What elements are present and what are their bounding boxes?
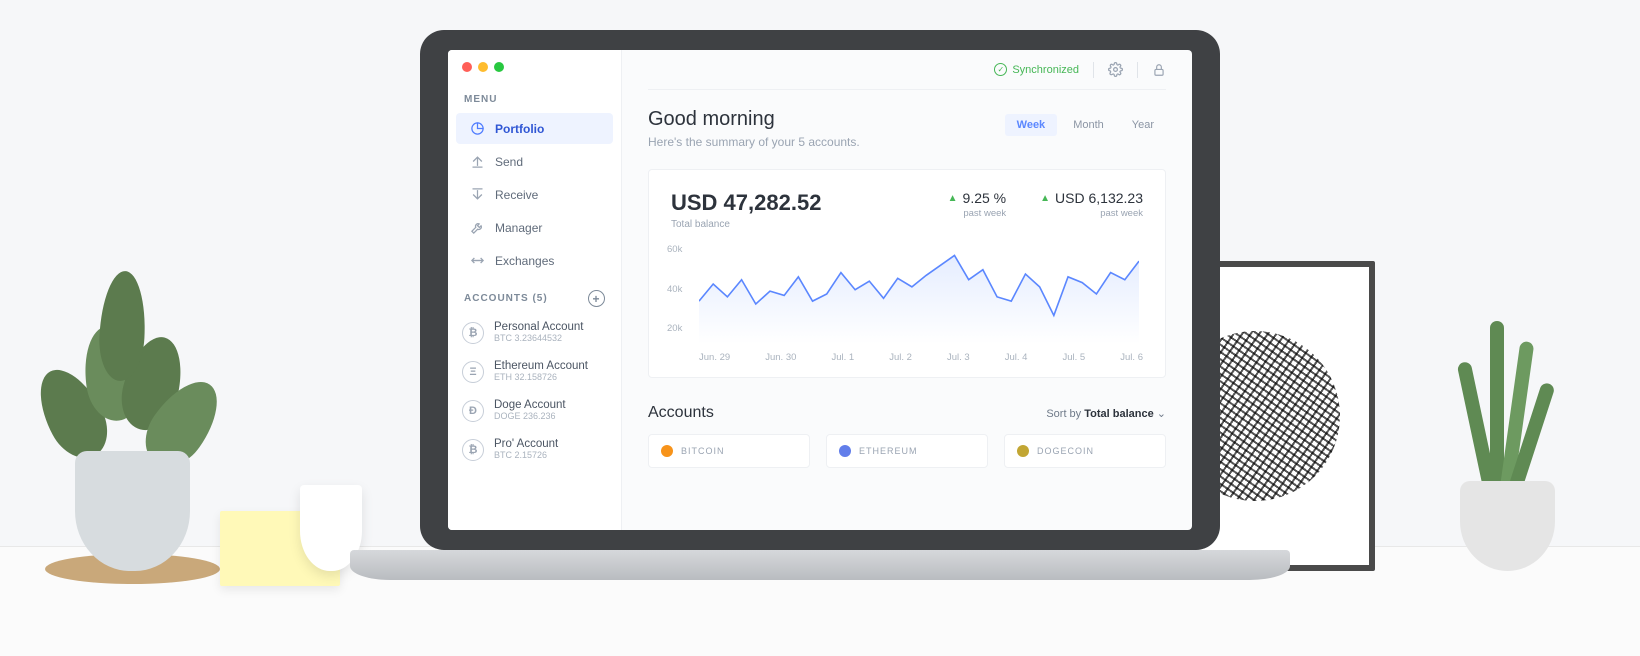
account-item[interactable]: Ð Doge AccountDOGE 236.236 xyxy=(448,391,621,430)
account-name: Doge Account xyxy=(494,399,566,411)
sort-by-value: Total balance xyxy=(1084,408,1153,420)
range-month[interactable]: Month xyxy=(1061,114,1116,136)
coin-icon: Ξ xyxy=(462,361,484,383)
sync-label: Synchronized xyxy=(1012,64,1079,76)
sidebar: MENU Portfolio Send Receive Manager Exchange… xyxy=(448,50,622,530)
swap-icon xyxy=(470,253,485,268)
coin-dot-icon xyxy=(661,445,673,457)
account-card-coin: ETHEREUM xyxy=(859,446,918,456)
change-percent-label: past week xyxy=(948,208,1007,219)
account-card-coin: BITCOIN xyxy=(681,446,725,456)
nav-label: Portfolio xyxy=(495,122,544,136)
sync-status: ✓ Synchronized xyxy=(994,63,1079,76)
line-chart-svg xyxy=(699,244,1139,344)
change-percent-value: 9.25 % xyxy=(963,190,1007,206)
sidebar-item-portfolio[interactable]: Portfolio xyxy=(456,113,613,144)
greeting-title: Good morning xyxy=(648,108,860,131)
topbar-divider xyxy=(1137,62,1138,78)
y-tick: 60k xyxy=(667,244,682,255)
account-card[interactable]: ETHEREUM xyxy=(826,434,988,468)
nav-label: Receive xyxy=(495,188,538,202)
trend-up-icon: ▲ xyxy=(1040,193,1050,204)
chevron-down-icon: ⌄ xyxy=(1157,408,1166,420)
account-balance: BTC 2.15726 xyxy=(494,450,558,460)
account-balance: DOGE 236.236 xyxy=(494,411,566,421)
x-tick: Jul. 5 xyxy=(1063,352,1086,363)
change-absolute-label: past week xyxy=(1040,208,1143,219)
total-balance: USD 47,282.52 Total balance xyxy=(671,190,821,230)
x-tick: Jul. 6 xyxy=(1120,352,1143,363)
main-content: ✓ Synchronized Good morning Her xyxy=(622,50,1192,530)
sync-check-icon: ✓ xyxy=(994,63,1007,76)
maximize-window-icon[interactable] xyxy=(494,62,504,72)
time-range-selector: Week Month Year xyxy=(1005,114,1166,136)
account-name: Personal Account xyxy=(494,321,584,333)
sort-by-prefix: Sort by xyxy=(1046,408,1084,420)
balance-card: USD 47,282.52 Total balance ▲ 9.25 % past… xyxy=(648,169,1166,378)
greeting-block: Good morning Here's the summary of your … xyxy=(648,108,860,149)
nav-label: Manager xyxy=(495,221,542,235)
plant-right-prop xyxy=(1425,311,1575,571)
x-tick: Jul. 1 xyxy=(831,352,854,363)
change-percent: ▲ 9.25 % past week xyxy=(948,190,1007,219)
account-card[interactable]: BITCOIN xyxy=(648,434,810,468)
sidebar-item-exchanges[interactable]: Exchanges xyxy=(456,245,613,276)
wrench-icon xyxy=(470,220,485,235)
x-tick: Jul. 2 xyxy=(889,352,912,363)
coin-icon: ₿ xyxy=(462,439,484,461)
window-controls xyxy=(448,62,621,82)
app-window: MENU Portfolio Send Receive Manager Exchange… xyxy=(448,50,1192,530)
greeting-subtitle: Here's the summary of your 5 accounts. xyxy=(648,135,860,149)
change-absolute: ▲ USD 6,132.23 past week xyxy=(1040,190,1143,219)
minimize-window-icon[interactable] xyxy=(478,62,488,72)
y-tick: 20k xyxy=(667,323,682,334)
total-balance-value: USD 47,282.52 xyxy=(671,190,821,216)
account-balance: BTC 3.23644532 xyxy=(494,333,584,343)
close-window-icon[interactable] xyxy=(462,62,472,72)
accounts-header: ACCOUNTS (5) + xyxy=(448,278,621,313)
trend-up-icon: ▲ xyxy=(948,193,958,204)
sidebar-item-receive[interactable]: Receive xyxy=(456,179,613,210)
nav-label: Exchanges xyxy=(495,254,554,268)
sort-by-dropdown[interactable]: Sort by Total balance ⌄ xyxy=(1046,407,1166,420)
coin-icon: Ð xyxy=(462,400,484,422)
account-name: Ethereum Account xyxy=(494,360,588,372)
receive-down-icon xyxy=(470,187,485,202)
account-item[interactable]: ₿ Personal AccountBTC 3.23644532 xyxy=(448,313,621,352)
nav-label: Send xyxy=(495,155,523,169)
sidebar-item-manager[interactable]: Manager xyxy=(456,212,613,243)
x-tick: Jul. 3 xyxy=(947,352,970,363)
change-absolute-value: USD 6,132.23 xyxy=(1055,190,1143,206)
menu-header: MENU xyxy=(448,82,621,111)
x-tick: Jun. 30 xyxy=(765,352,796,363)
range-week[interactable]: Week xyxy=(1005,114,1058,136)
account-balance: ETH 32.158726 xyxy=(494,372,588,382)
lock-icon[interactable] xyxy=(1152,63,1166,77)
y-tick: 40k xyxy=(667,284,682,295)
plant-left-prop xyxy=(25,241,235,571)
account-name: Pro' Account xyxy=(494,438,558,450)
coin-icon: ₿ xyxy=(462,322,484,344)
coin-dot-icon xyxy=(1017,445,1029,457)
accounts-section-title: Accounts xyxy=(648,404,714,422)
pie-chart-icon xyxy=(470,121,485,136)
add-account-button[interactable]: + xyxy=(588,290,605,307)
account-card-coin: DOGECOIN xyxy=(1037,446,1094,456)
balance-chart: 60k40k20k Jun. 29Jun. 30Jul. 1Jul. 2Jul.… xyxy=(671,244,1143,363)
laptop-frame: MENU Portfolio Send Receive Manager Exchange… xyxy=(420,30,1220,620)
x-tick: Jun. 29 xyxy=(699,352,730,363)
topbar-divider xyxy=(1093,62,1094,78)
accounts-header-label: ACCOUNTS (5) xyxy=(464,293,548,304)
range-year[interactable]: Year xyxy=(1120,114,1166,136)
sidebar-item-send[interactable]: Send xyxy=(456,146,613,177)
account-card[interactable]: DOGECOIN xyxy=(1004,434,1166,468)
coin-dot-icon xyxy=(839,445,851,457)
account-item[interactable]: Ξ Ethereum AccountETH 32.158726 xyxy=(448,352,621,391)
send-up-icon xyxy=(470,154,485,169)
total-balance-label: Total balance xyxy=(671,219,821,230)
settings-icon[interactable] xyxy=(1108,62,1123,77)
x-tick: Jul. 4 xyxy=(1005,352,1028,363)
account-item[interactable]: ₿ Pro' AccountBTC 2.15726 xyxy=(448,430,621,469)
top-bar: ✓ Synchronized xyxy=(648,50,1166,90)
